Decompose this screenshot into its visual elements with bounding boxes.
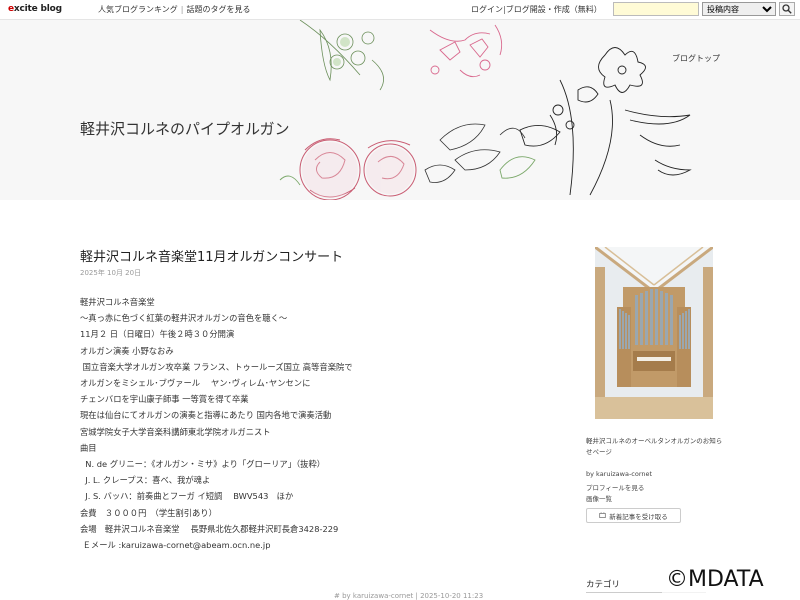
post-line: 11月２ 日（日曜日）午後２時３０分開演 <box>80 329 235 340</box>
blog-top-link[interactable]: ブログトップ <box>672 53 720 64</box>
post-date: 2025年 10月 20日 <box>80 269 142 277</box>
subscribe-label: 新着記事を受け取る <box>609 513 668 521</box>
post-line: ～真っ赤に色づく紅葉の軽井沢オルガンの音色を聴く～ <box>80 313 288 324</box>
top-bar: excite blog 人気ブログランキング | 話題のタグを見る ログイン|ブログ… <box>0 0 800 20</box>
create-blog-link[interactable]: ブログ開設・作成（無料） <box>506 5 602 14</box>
search-button[interactable] <box>779 2 795 16</box>
post-line: J. L. クレープス：喜べ、我が魂よ <box>80 475 211 486</box>
post-line: オルガンをミシェル･ブヴァール ヤン･ヴィレム･ヤンセンに <box>80 378 311 389</box>
top-links: 人気ブログランキング | 話題のタグを見る <box>98 4 250 15</box>
post-line: J. S. バッハ：前奏曲とフーガ イ短調 BWV543 ほか <box>80 491 294 502</box>
watermark: ©MDATA <box>662 567 768 593</box>
post-line: チェンバロを宇山康子師事 一等賞を得て卒業 <box>80 394 249 405</box>
category-heading: カテゴリ <box>586 580 621 590</box>
profile-link[interactable]: プロフィールを見る <box>586 482 644 492</box>
floral-illustration <box>279 20 692 200</box>
post-line: 国立音楽大学オルガン攻卒業 フランス、トゥールーズ国立 高等音楽院で <box>80 361 353 372</box>
post-line: 曲目 <box>80 442 97 453</box>
tags-link[interactable]: 話題のタグを見る <box>186 5 250 14</box>
post-footer[interactable]: # by karuizawa-cornet | 2025-10-20 11:23 <box>334 592 483 600</box>
post-line: 現在は仙台にてオルガンの演奏と指導にあたり 国内各地で演奏活動 <box>80 410 332 421</box>
blog-header: 軽井沢コルネのパイプオルガン ブログトップ <box>0 20 800 200</box>
post-line: 軽井沢コルネ音楽堂 <box>80 297 155 307</box>
subscribe-button[interactable]: 新着記事を受け取る <box>586 508 681 523</box>
post-line: 宮城学院女子大学音楽科講師東北学院オルガニスト <box>80 426 271 437</box>
post-line: 会費 ３０００円 （学生割引あり） <box>80 507 217 518</box>
bell-icon <box>599 512 606 518</box>
blog-title[interactable]: 軽井沢コルネのパイプオルガン <box>80 118 290 139</box>
sidebar-author: by karuizawa-cornet <box>586 470 653 478</box>
post-line: 会場 軽井沢コルネ音楽堂 長野県北佐久郡軽井沢町長倉3428-229 <box>80 523 339 534</box>
post-line: Ｅメール :karuizawa-cornet@abeam.ocn.ne.jp <box>80 540 271 551</box>
image-list-link[interactable]: 画像一覧 <box>586 493 612 503</box>
search-scope-select[interactable]: 投稿内容 <box>702 2 776 16</box>
link-divider: | <box>180 5 184 14</box>
search-icon <box>782 4 792 14</box>
organ-photo[interactable] <box>595 247 713 419</box>
post-line: N. de グリニー：《オルガン・ミサ》より「グローリア」（抜粋） <box>80 459 326 470</box>
search-input[interactable] <box>613 2 699 16</box>
ranking-link[interactable]: 人気ブログランキング <box>98 5 178 14</box>
login-link[interactable]: ログイン <box>471 5 503 14</box>
post-body: 軽井沢コルネ音楽堂 ～真っ赤に色づく紅葉の軽井沢オルガンの音色を聴く～ 11月２ 日… <box>80 294 520 553</box>
post-line: オルガン演奏 小野なおみ <box>80 345 174 356</box>
post-title[interactable]: 軽井沢コルネ音楽堂11月オルガンコンサート <box>80 246 343 265</box>
account-links: ログイン|ブログ開設・作成（無料） <box>471 4 602 15</box>
sidebar-caption: 軽井沢コルネのオーベルタンオルガンのお知らせページ <box>586 437 723 456</box>
excite-blog-logo[interactable]: excite blog <box>8 4 62 14</box>
